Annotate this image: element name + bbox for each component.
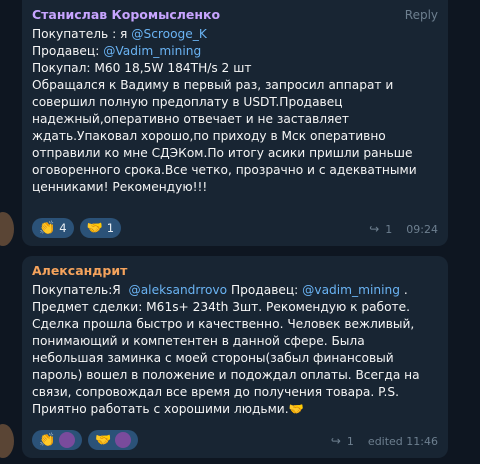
mention-link[interactable]: @Vadim_mining: [103, 44, 201, 58]
sender-avatar[interactable]: [0, 424, 14, 458]
text-fragment: Продавец:: [32, 44, 104, 58]
text-fragment: Предмет сделки: М61s+ 234th 3шт. Рекомен…: [32, 300, 424, 416]
handshake-icon: 🤝: [95, 432, 112, 448]
author-name[interactable]: Александрит: [32, 263, 438, 279]
reactions: 👏 🤝: [32, 430, 139, 450]
forward-count: 1: [346, 434, 354, 448]
text-fragment: Покупал: М60 18,5W 184TH/s 2 шт Обращалс…: [32, 61, 417, 194]
message-time: edited 11:46: [367, 434, 438, 448]
message-bubble: Александрит Покупатель:Я @aleksandrrovo …: [22, 256, 448, 458]
reaction-handshake[interactable]: 🤝: [88, 430, 139, 450]
message-footer: 👏 🤝 ↪ 1 edited 11:46: [32, 428, 438, 450]
reaction-count: 4: [59, 221, 67, 235]
sender-avatar[interactable]: [0, 212, 14, 246]
message-time: 09:24: [406, 222, 438, 236]
message-meta: ↪ 1 edited 11:46: [331, 434, 438, 448]
forward-icon: ↪: [369, 222, 380, 236]
reaction-clap[interactable]: 👏: [32, 430, 83, 450]
text-fragment: Продавец:: [227, 283, 303, 297]
reaction-handshake[interactable]: 🤝 1: [79, 218, 122, 238]
forward-icon: ↪: [330, 434, 341, 448]
mention-link[interactable]: @vadim_mining: [302, 283, 400, 297]
reactions: 👏 4 🤝 1: [32, 218, 122, 238]
reactor-avatar: [115, 432, 132, 448]
forward-count: 1: [385, 222, 393, 236]
reply-button[interactable]: Reply: [405, 8, 438, 22]
author-name[interactable]: Станислав Коромысленко: [32, 7, 438, 23]
message-bubble: Станислав Коромысленко Reply Покупатель …: [22, 0, 448, 246]
mention-link[interactable]: @aleksandrrovo: [129, 283, 228, 297]
clap-icon: 👏: [39, 220, 56, 236]
message-text: Покупатель : я @Scrooge_K Продавец: @Vad…: [32, 26, 438, 196]
reaction-count: 1: [106, 221, 115, 235]
message-text: Покупатель:Я @aleksandrrovo Продавец: @v…: [32, 282, 438, 418]
handshake-icon: 🤝: [86, 220, 103, 236]
text-fragment: Покупатель : я: [32, 27, 132, 41]
message-meta: ↪ 1 09:24: [369, 222, 438, 236]
message-footer: 👏 4 🤝 1 ↪ 1 09:24: [32, 216, 438, 238]
reactor-avatar: [59, 432, 76, 448]
reaction-clap[interactable]: 👏 4: [32, 218, 74, 238]
text-fragment: Покупатель:Я: [32, 283, 129, 297]
mention-link[interactable]: @Scrooge_K: [131, 27, 207, 41]
clap-icon: 👏: [39, 432, 56, 448]
text-fragment: .: [399, 283, 408, 297]
